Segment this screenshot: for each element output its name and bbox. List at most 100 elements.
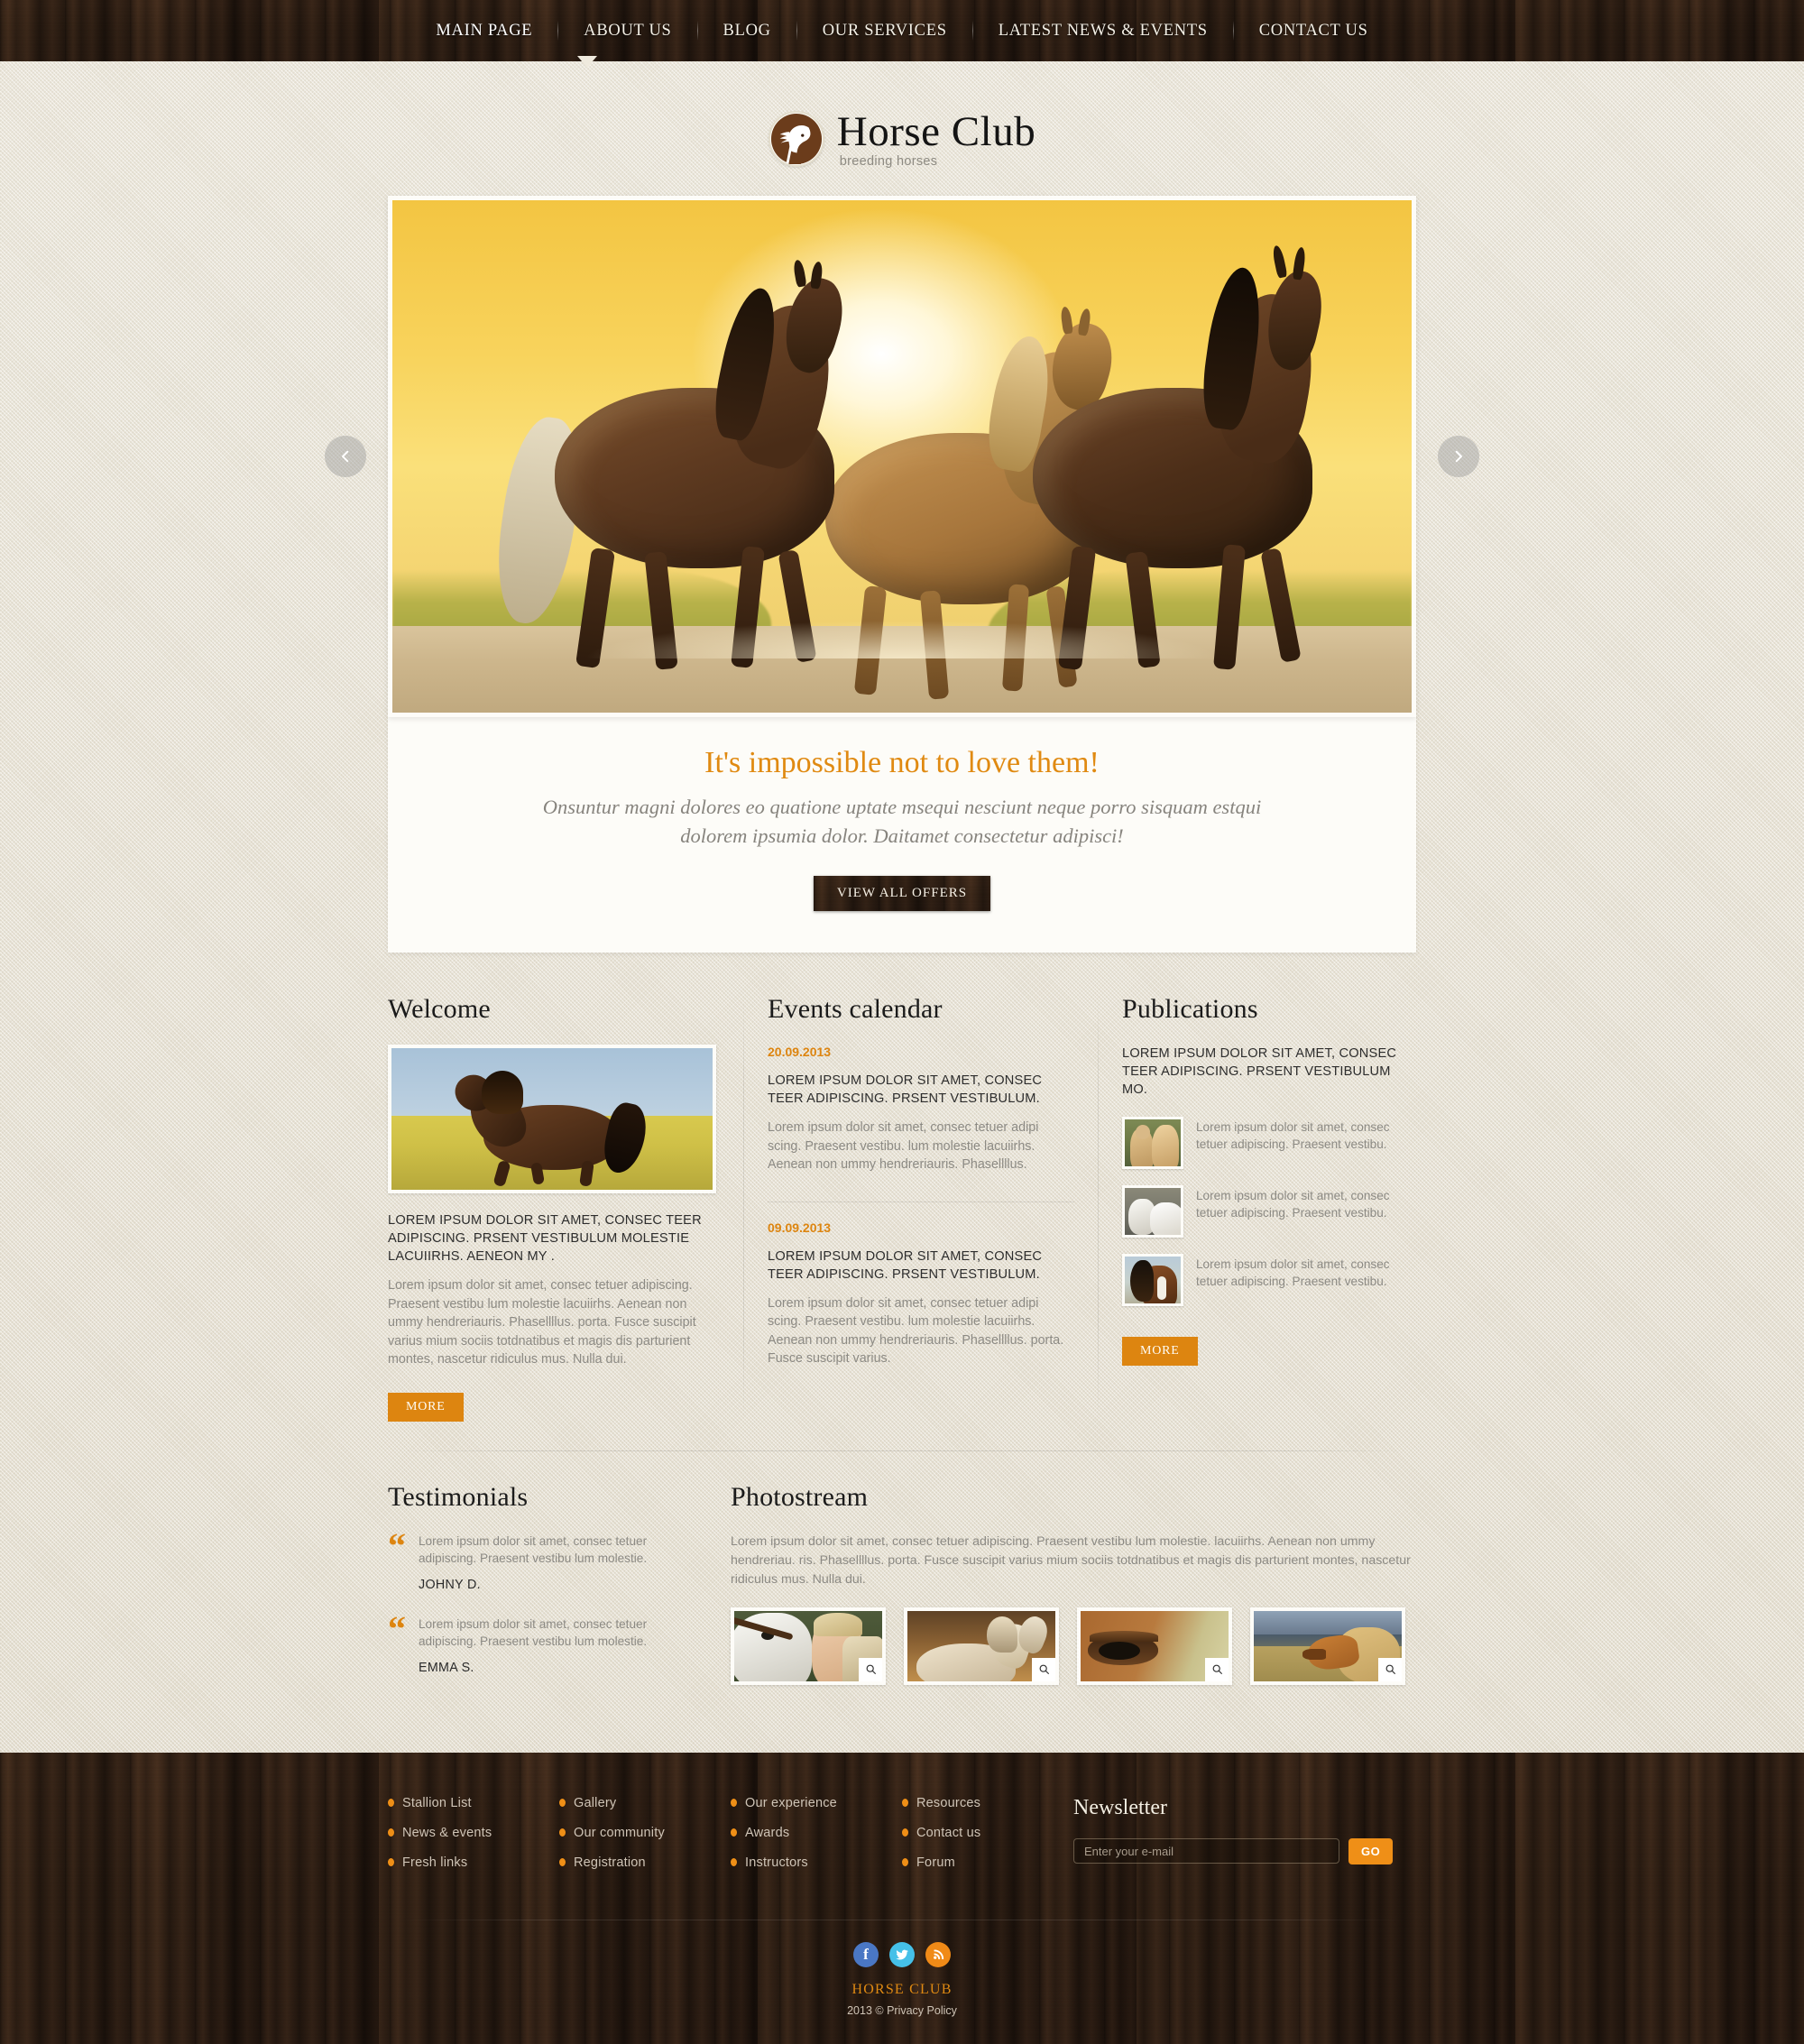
bullet-icon: [388, 1828, 394, 1837]
publications-more-button[interactable]: MORE: [1122, 1337, 1198, 1366]
welcome-more-button[interactable]: MORE: [388, 1392, 464, 1422]
testimonial-author: JOHNY D.: [419, 1577, 481, 1592]
slider-dust-haze: [392, 577, 1412, 658]
footer-link-column-3: Our experience Awards Instructors: [731, 1796, 902, 1885]
publication-thumbnail: [1122, 1117, 1183, 1169]
photostream-item[interactable]: [904, 1607, 1059, 1685]
view-all-offers-button[interactable]: VIEW ALL OFFERS: [814, 876, 990, 911]
footer-link-registration[interactable]: Registration: [559, 1855, 731, 1870]
footer-link-column-4: Resources Contact us Forum: [902, 1796, 1037, 1885]
footer-link-label: Gallery: [574, 1795, 617, 1810]
welcome-heading: LOREM IPSUM DOLOR SIT AMET, CONSEC TEER …: [388, 1213, 702, 1264]
footer-link-label: Stallion List: [402, 1795, 472, 1810]
welcome-title: Welcome: [388, 994, 491, 1024]
photostream-zoom-button[interactable]: [1032, 1657, 1055, 1681]
bullet-icon: [388, 1858, 394, 1866]
nav-item-about-us[interactable]: ABOUT US: [558, 22, 696, 41]
newsletter-go-button[interactable]: GO: [1348, 1837, 1394, 1864]
slider-image: [388, 196, 1416, 717]
bullet-icon: [559, 1799, 566, 1807]
nav-item-blog[interactable]: BLOG: [698, 22, 796, 41]
footer-link-instructors[interactable]: Instructors: [731, 1855, 902, 1870]
photostream-column: Photostream Lorem ipsum dolor sit amet, …: [731, 1482, 1416, 1699]
chevron-left-icon: [342, 450, 349, 463]
magnifier-icon: [1212, 1664, 1222, 1674]
event-text: Lorem ipsum dolor sit amet, consec tetue…: [768, 1295, 1064, 1367]
newsletter-form: GO: [1073, 1837, 1416, 1864]
photostream-grid: [731, 1607, 1416, 1685]
publication-thumbnail: [1122, 1185, 1183, 1238]
nav-item-contact-us[interactable]: CONTACT US: [1234, 22, 1394, 41]
main-menu: MAIN PAGE ABOUT US BLOG OUR SERVICES LAT…: [0, 0, 1804, 61]
footer-link-resources[interactable]: Resources: [902, 1796, 1037, 1810]
page-body: Horse Club breeding horses It's impossib…: [0, 61, 1804, 1753]
hero-slider: [325, 196, 1479, 717]
newsletter-title: Newsletter: [1073, 1795, 1167, 1819]
bullet-icon: [902, 1828, 908, 1837]
footer-link-label: Fresh links: [402, 1855, 468, 1870]
events-title: Events calendar: [768, 994, 943, 1024]
bullet-icon: [731, 1828, 737, 1837]
testimonials-title: Testimonials: [388, 1481, 529, 1512]
footer-brand[interactable]: HORSE CLUB: [0, 1982, 1804, 1998]
publication-item[interactable]: Lorem ipsum dolor sit amet, consec tetue…: [1122, 1254, 1409, 1306]
event-date: 20.09.2013: [768, 1045, 832, 1059]
slider-caption-title: It's impossible not to love them!: [704, 746, 1100, 779]
quote-icon: “: [388, 1607, 406, 1649]
footer-link-column-2: Gallery Our community Registration: [559, 1796, 731, 1885]
footer-link-fresh-links[interactable]: Fresh links: [388, 1855, 559, 1870]
section-divider: [397, 1450, 1407, 1451]
event-item: 09.09.2013 LOREM IPSUM DOLOR SIT AMET, C…: [768, 1220, 1074, 1368]
horse-head-icon: [768, 110, 824, 167]
magnifier-icon: [866, 1664, 876, 1674]
facebook-icon[interactable]: f: [853, 1941, 879, 1967]
footer-copyright: 2013 © Privacy Policy: [847, 2003, 957, 2017]
footer-link-our-experience[interactable]: Our experience: [731, 1796, 902, 1810]
welcome-text: Lorem ipsum dolor sit amet, consec tetue…: [388, 1278, 696, 1367]
nav-item-latest-news-events[interactable]: LATEST NEWS & EVENTS: [973, 22, 1233, 41]
testimonials-column: Testimonials “ Lorem ipsum dolor sit ame…: [388, 1482, 695, 1699]
slider-prev-button[interactable]: [325, 436, 366, 477]
site-footer: Stallion List News & events Fresh links …: [0, 1753, 1804, 2044]
site-logo[interactable]: Horse Club breeding horses: [768, 108, 1035, 169]
footer-link-awards[interactable]: Awards: [731, 1826, 902, 1840]
slider-next-button[interactable]: [1438, 436, 1479, 477]
rss-icon[interactable]: [925, 1941, 951, 1967]
newsletter-email-input[interactable]: [1073, 1838, 1339, 1864]
testimonial-item: “ Lorem ipsum dolor sit amet, consec tet…: [388, 1527, 695, 1592]
footer-link-forum[interactable]: Forum: [902, 1855, 1037, 1870]
twitter-icon[interactable]: [889, 1941, 915, 1967]
photostream-zoom-button[interactable]: [859, 1657, 882, 1681]
magnifier-icon: [1039, 1664, 1049, 1674]
footer-link-label: Forum: [916, 1855, 955, 1870]
bullet-icon: [559, 1828, 566, 1837]
photostream-item[interactable]: [1077, 1607, 1232, 1685]
nav-item-main-page[interactable]: MAIN PAGE: [410, 22, 557, 41]
header-logo-row: Horse Club breeding horses: [0, 61, 1804, 196]
footer-link-news-events[interactable]: News & events: [388, 1826, 559, 1840]
footer-link-contact-us[interactable]: Contact us: [902, 1826, 1037, 1840]
footer-link-stallion-list[interactable]: Stallion List: [388, 1796, 559, 1810]
event-item: 20.09.2013 LOREM IPSUM DOLOR SIT AMET, C…: [768, 1045, 1074, 1174]
testimonial-text: Lorem ipsum dolor sit amet, consec tetue…: [419, 1616, 648, 1648]
footer-link-label: Awards: [745, 1825, 790, 1840]
footer-link-gallery[interactable]: Gallery: [559, 1796, 731, 1810]
publication-item[interactable]: Lorem ipsum dolor sit amet, consec tetue…: [1122, 1117, 1409, 1169]
bullet-icon: [902, 1858, 908, 1866]
publication-thumbnail: [1122, 1254, 1183, 1306]
social-links: f: [0, 1941, 1804, 1967]
nav-item-our-services[interactable]: OUR SERVICES: [797, 22, 972, 41]
footer-link-our-community[interactable]: Our community: [559, 1826, 731, 1840]
photostream-item[interactable]: [731, 1607, 886, 1685]
testimonial-author: EMMA S.: [419, 1660, 474, 1675]
publication-item[interactable]: Lorem ipsum dolor sit amet, consec tetue…: [1122, 1185, 1409, 1238]
photostream-zoom-button[interactable]: [1378, 1657, 1402, 1681]
active-nav-caret-icon: [577, 56, 597, 68]
photostream-item[interactable]: [1250, 1607, 1405, 1685]
footer-link-label: Resources: [916, 1795, 981, 1810]
footer-bottom: f HORSE CLUB 2013 © Privacy Policy: [0, 1920, 1804, 2044]
welcome-image-horse: [448, 1067, 651, 1188]
footer-link-label: News & events: [402, 1825, 492, 1840]
photostream-zoom-button[interactable]: [1205, 1657, 1229, 1681]
event-text: Lorem ipsum dolor sit amet, consec tetue…: [768, 1120, 1039, 1172]
